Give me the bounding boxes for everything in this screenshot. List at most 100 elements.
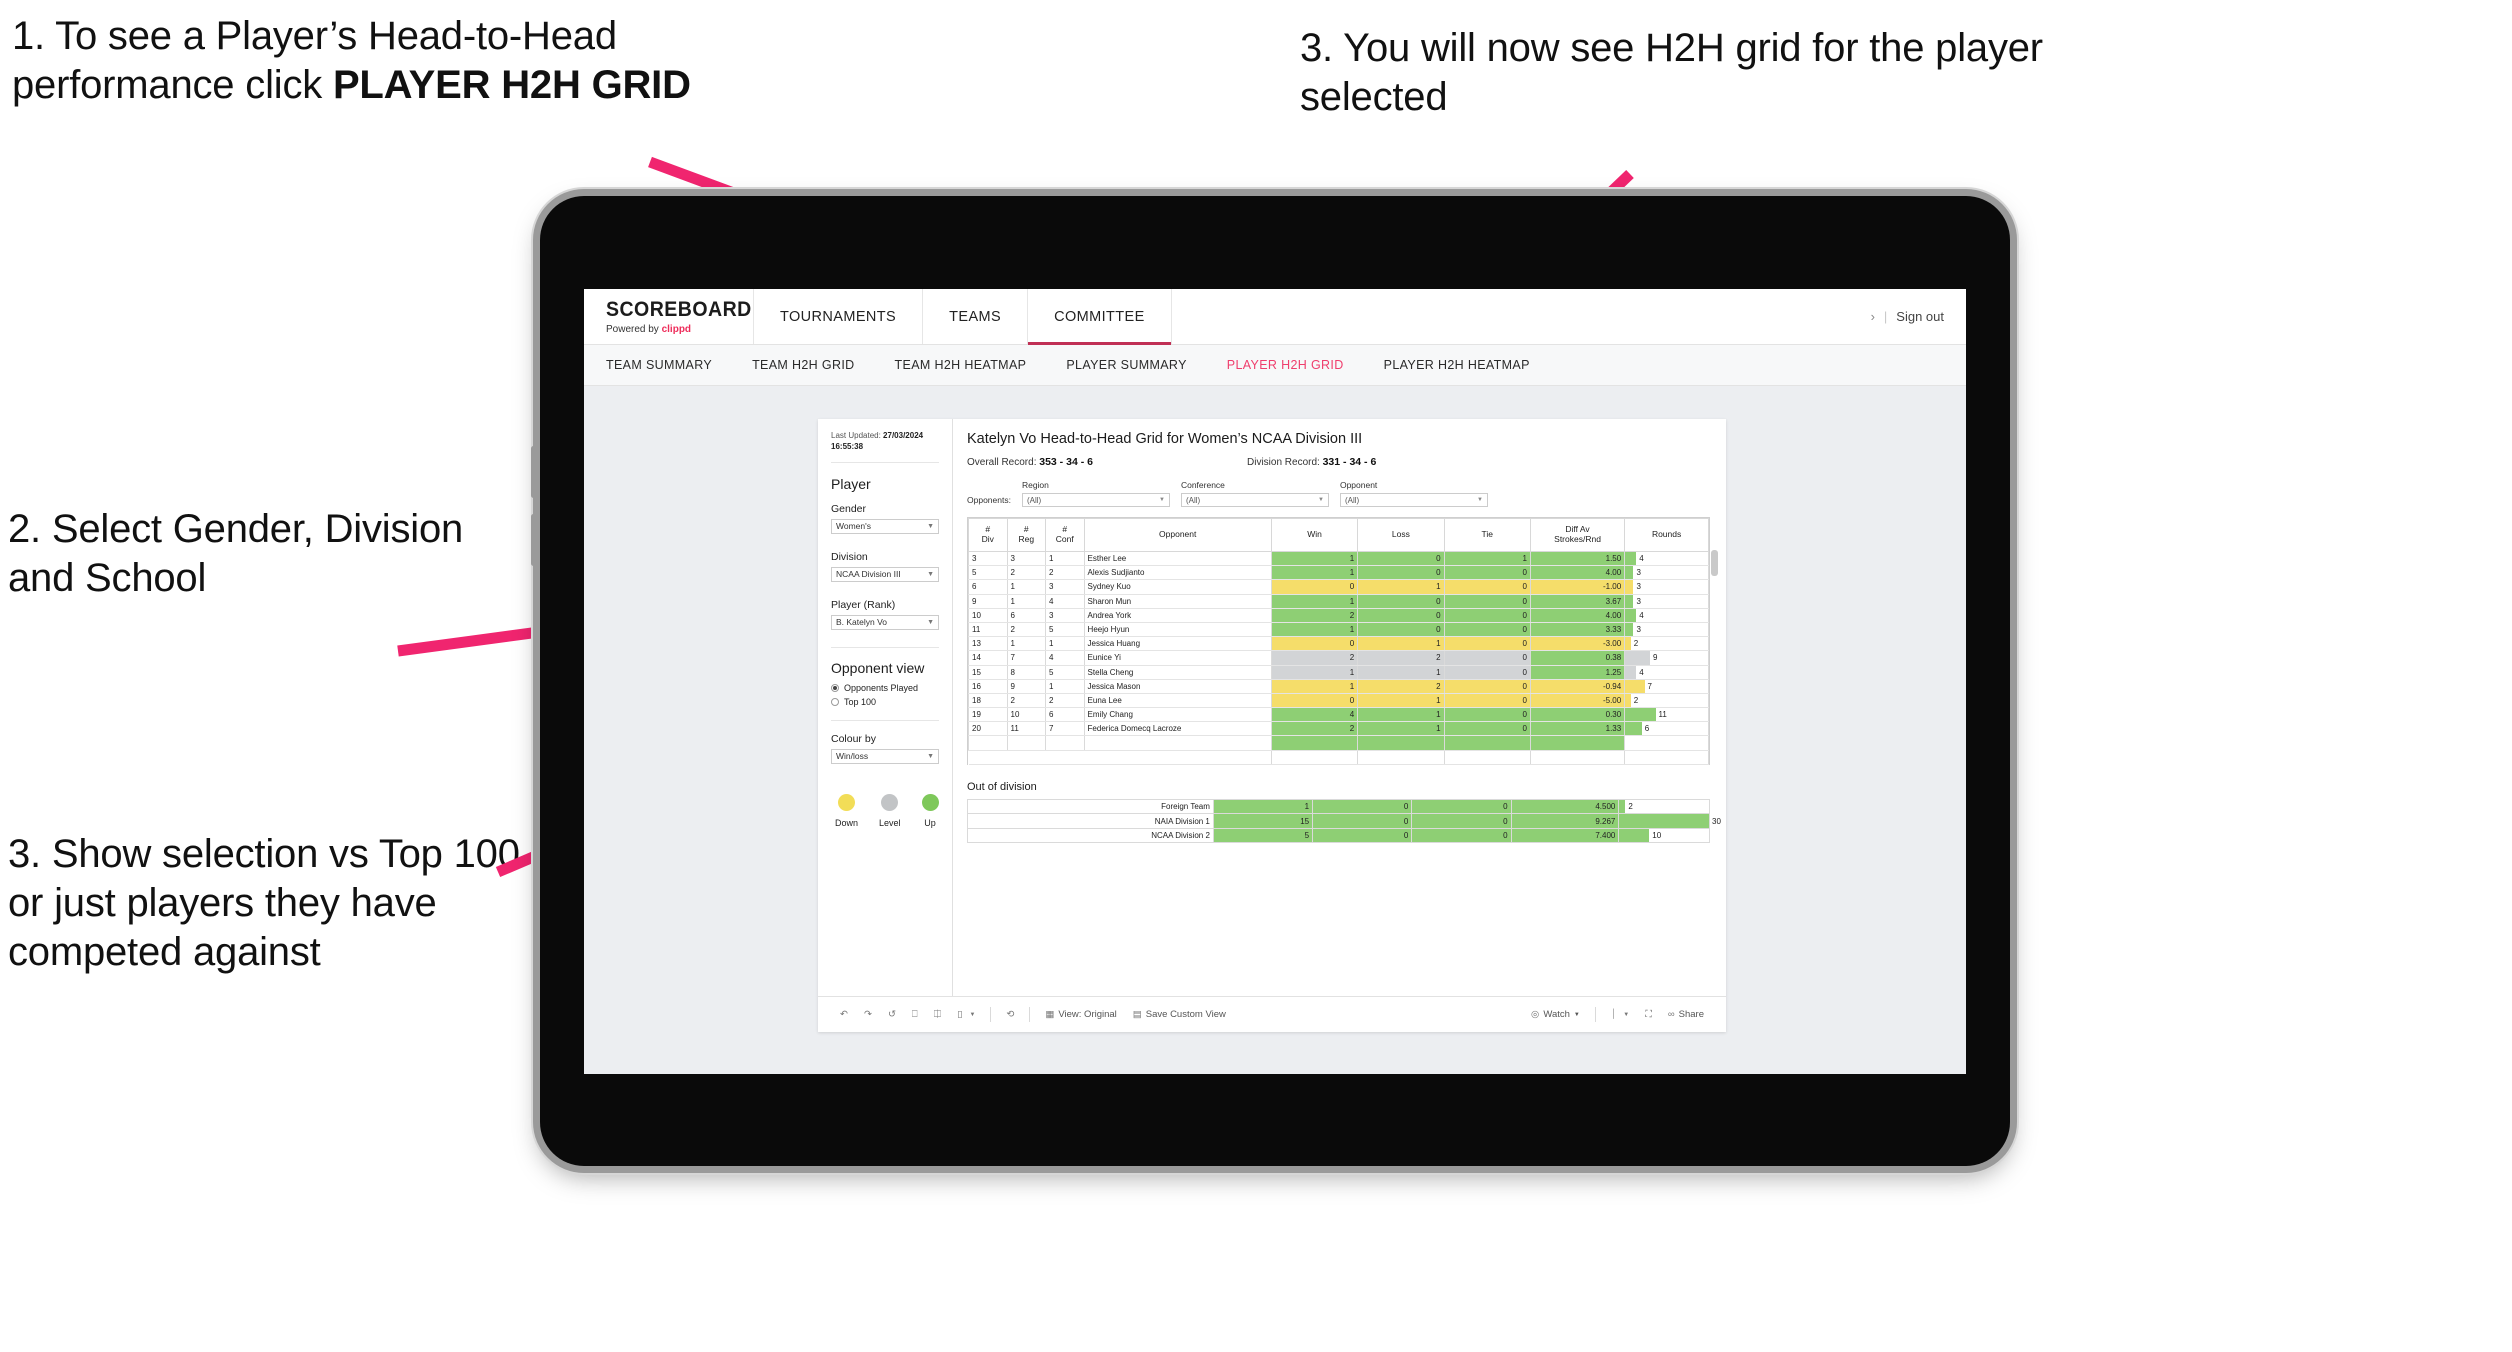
sign-out-link[interactable]: Sign out	[1896, 309, 1944, 324]
tab-team-h2h-heatmap[interactable]: TEAM H2H HEATMAP	[895, 358, 1049, 372]
table-row[interactable]: 11 2 5 Heejo Hyun 1 0 0 3.33 3	[968, 622, 1709, 638]
pause-updates-icon[interactable]: ⎅	[926, 1009, 950, 1020]
brand-subtitle-pre: Powered by	[606, 324, 662, 335]
watch-button[interactable]: ◎ Watch ▼	[1523, 1009, 1588, 1020]
tab-player-summary[interactable]: PLAYER SUMMARY	[1066, 358, 1208, 372]
conference-filter-select[interactable]: (All) ▼	[1180, 493, 1329, 507]
cell-tie: 0	[1443, 622, 1531, 638]
ood-rounds-bar-fill	[1619, 814, 1709, 828]
history-icon[interactable]: ⟲	[998, 1009, 1022, 1020]
rounds-bar-fill	[1625, 679, 1645, 693]
nav-item-committee[interactable]: COMMITTEE	[1028, 289, 1172, 345]
cell-opponent: Jessica Huang	[1083, 636, 1272, 652]
player-select[interactable]: B. Katelyn Vo ▼	[831, 614, 939, 630]
tab-player-h2h-heatmap[interactable]: PLAYER H2H HEATMAP	[1384, 358, 1552, 372]
chevron-down-icon: ▼	[927, 752, 934, 760]
cell-ood-rounds: 30	[1618, 813, 1721, 829]
rounds-bar-fill	[1625, 552, 1637, 566]
table-row[interactable]: 16 9 1 Jessica Mason 1 2 0 -0.94 7	[968, 679, 1709, 694]
fullscreen-icon[interactable]: ⛶	[1637, 1009, 1660, 1020]
cell-loss: 0	[1357, 551, 1445, 567]
colour-by-select[interactable]: Win/loss ▼	[831, 748, 939, 764]
h2h-table-head: # Div # Reg # Conf Opponent Win Loss Tie Di…	[968, 518, 1709, 552]
cell-diff: 4.00	[1529, 565, 1626, 581]
table-row[interactable]: 9 1 4 Sharon Mun 1 0 0 3.67 3	[968, 594, 1709, 609]
table-row[interactable]: 10 6 3 Andrea York 2 0 0 4.00 4	[968, 608, 1709, 623]
cell-div: 16	[968, 679, 1008, 694]
rounds-bar-label: 3	[1636, 596, 1641, 606]
cell-win: 0	[1270, 693, 1359, 709]
cell-loss: 0	[1357, 594, 1445, 609]
opponents-label: Opponents:	[967, 495, 1011, 505]
opponent-filter-select[interactable]: (All) ▼	[1339, 493, 1488, 507]
table-scrollbar[interactable]	[1711, 550, 1718, 576]
cell-win: 2	[1270, 608, 1359, 623]
tab-team-summary[interactable]: TEAM SUMMARY	[606, 358, 734, 372]
cell-diff: 0.30	[1529, 707, 1626, 723]
h2h-table-wrapper: # Div # Reg # Conf Opponent Win Loss Tie Di…	[967, 517, 1718, 765]
cell-empty	[1624, 750, 1709, 765]
undo-icon[interactable]: ↶	[832, 1009, 856, 1020]
nav-item-teams[interactable]: TEAMS	[923, 289, 1029, 344]
table-row[interactable]: 6 1 3 Sydney Kuo 0 1 0 -1.00 3	[968, 579, 1709, 595]
cell-win: 1	[1270, 565, 1359, 581]
conference-filter: Conference (All) ▼	[1180, 480, 1329, 507]
tab-team-h2h-grid[interactable]: TEAM H2H GRID	[752, 358, 876, 372]
cell-div: 9	[968, 594, 1008, 609]
cell-diff: -0.94	[1529, 679, 1626, 694]
division-select[interactable]: NCAA Division III ▼	[831, 566, 939, 582]
viz-body: Last Updated: 27/03/2024 16:55:38 Player…	[818, 419, 1726, 996]
table-row[interactable]: 20 11 7 Federica Domecq Lacroze 2 1 0 1.33 6	[968, 721, 1709, 737]
table-row[interactable]: 3 3 1 Esther Lee 1 0 1 1.50 4	[968, 551, 1709, 567]
rounds-bar-label: 2	[1633, 639, 1639, 649]
cell-tie: 0	[1443, 650, 1531, 666]
cell-win: 1	[1270, 679, 1359, 694]
rounds-bar: 3	[1625, 622, 1708, 637]
radio-opponents-played-label: Opponents Played	[844, 682, 919, 693]
out-of-division-row[interactable]: Foreign Team 1 0 0 4.500 2	[967, 798, 1710, 815]
dashboard-canvas: Last Updated: 27/03/2024 16:55:38 Player…	[584, 386, 1966, 1074]
view-mode-icon[interactable]: ▯ ▼	[949, 1009, 983, 1020]
share-button[interactable]: ∞ Share	[1660, 1009, 1712, 1020]
viz-title: Katelyn Vo Head-to-Head Grid for Women’s…	[967, 431, 1363, 447]
table-row[interactable]: 5 2 2 Alexis Sudjianto 1 0 0 4.00 3	[968, 565, 1709, 581]
rounds-bar-label: 4	[1639, 610, 1644, 620]
rounds-bar: 3	[1625, 566, 1708, 580]
colour-by-label: Colour by	[831, 732, 876, 745]
download-icon[interactable]: ⏐ ▼	[1603, 1009, 1637, 1020]
rounds-bar-label: 9	[1653, 653, 1658, 663]
view-original-button[interactable]: ▦ View: Original	[1037, 1009, 1124, 1020]
table-row[interactable]: 13 1 1 Jessica Huang 0 1 0 -3.00 2	[968, 636, 1709, 652]
radio-opponents-played[interactable]: Opponents Played	[831, 683, 939, 693]
cell-opponent: Euna Lee	[1083, 693, 1272, 709]
cell-reg: 2	[1006, 693, 1047, 709]
legend-dot-level	[881, 793, 899, 811]
table-row[interactable]: 15 8 5 Stella Cheng 1 1 0 1.25 4	[968, 665, 1709, 680]
col-loss: Loss	[1357, 518, 1445, 552]
out-of-division-row[interactable]: NCAA Division 2 5 0 0 7.400 10	[967, 827, 1710, 844]
ood-rounds-bar-label: 2	[1628, 802, 1633, 812]
gender-select[interactable]: Women's ▼	[831, 518, 939, 534]
nav-item-tournaments[interactable]: TOURNAMENTS	[754, 289, 924, 344]
out-of-division-row[interactable]: NAIA Division 1 15 0 0 9.267 30	[967, 813, 1721, 829]
tab-player-h2h-grid[interactable]: PLAYER H2H GRID	[1227, 358, 1366, 372]
rounds-bar: 3	[1625, 580, 1708, 594]
opponent-filter-label: Opponent	[1339, 480, 1378, 490]
table-row[interactable]: 18 2 2 Euna Lee 0 1 0 -5.00 2	[968, 693, 1709, 709]
table-row[interactable]: 14 7 4 Eunice Yi 2 2 0 0.38 9	[968, 650, 1709, 666]
radio-top-100[interactable]: Top 100	[831, 697, 939, 707]
watch-label: Watch	[1543, 1009, 1570, 1020]
revert-icon[interactable]: ↺	[880, 1009, 904, 1020]
table-row[interactable]: 19 10 6 Emily Chang 4 1 0 0.30 11	[968, 707, 1709, 723]
save-custom-view-button[interactable]: ▤ Save Custom View	[1125, 1009, 1234, 1020]
refresh-icon[interactable]: ⎕	[904, 1009, 926, 1020]
cell-loss: 1	[1357, 721, 1445, 737]
region-filter-select[interactable]: (All) ▼	[1021, 493, 1170, 507]
col-reg: # Reg	[1006, 518, 1047, 552]
cell-div: 15	[968, 665, 1008, 680]
cell-reg: 9	[1006, 679, 1047, 694]
ood-rounds-bar-label: 30	[1712, 816, 1721, 826]
tablet-device-frame: SCOREBOARD Powered by clippd TOURNAMENTS…	[531, 196, 2010, 1166]
cell-rounds: 9	[1624, 650, 1709, 666]
redo-icon[interactable]: ↷	[856, 1009, 880, 1020]
